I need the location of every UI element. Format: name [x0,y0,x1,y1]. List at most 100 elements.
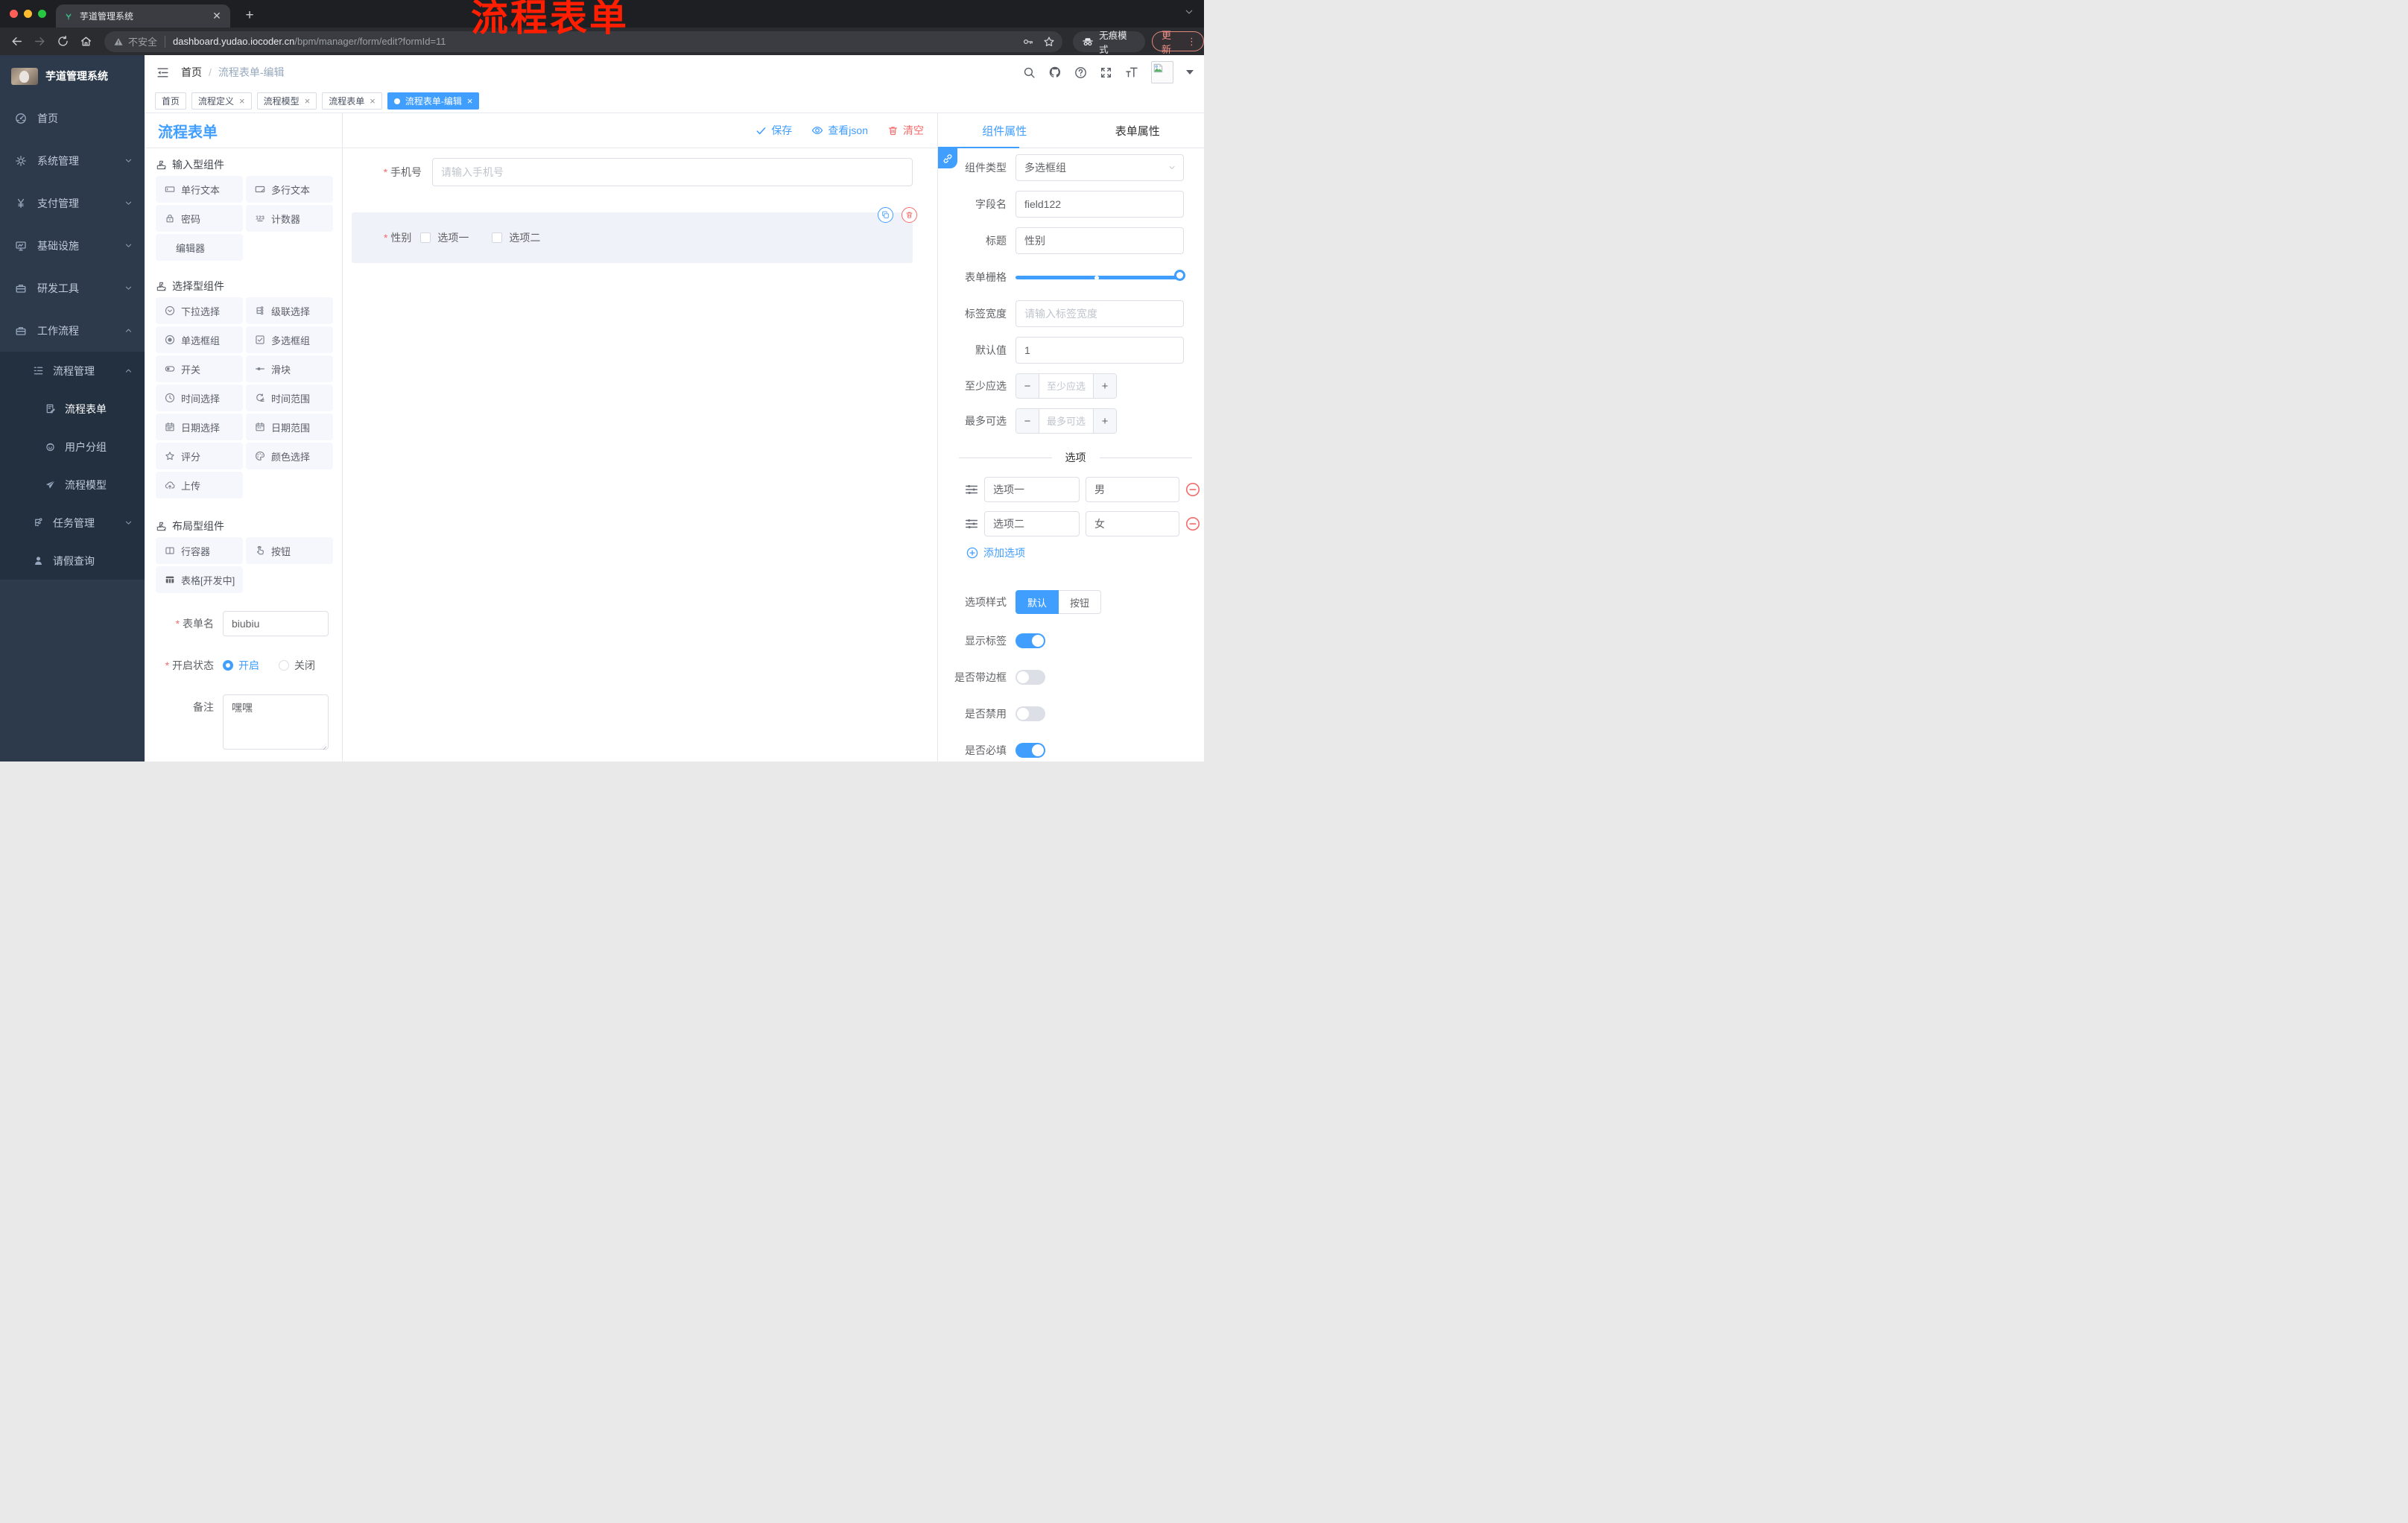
avatar-caret-icon[interactable] [1186,70,1194,75]
drag-handle-icon[interactable] [965,483,978,496]
style-default-button[interactable]: 默认 [1016,590,1059,614]
view-json-button[interactable]: 查看json [811,123,868,138]
component-time-range[interactable]: 时间范围 [246,384,333,411]
min-select-input[interactable] [1039,374,1093,398]
remove-option-button[interactable] [1185,516,1200,531]
option-label-input[interactable] [984,511,1080,536]
form-remark-textarea[interactable]: 嘿嘿 [223,694,329,750]
close-window-button[interactable] [10,10,18,18]
tag-process-form[interactable]: 流程表单 × [322,92,382,110]
component-table[interactable]: 表格[开发中] [156,566,243,593]
security-chip[interactable]: 不安全 [113,34,157,48]
sidebar-item-workflow[interactable]: 工作流程 [0,309,145,352]
avatar[interactable] [1151,61,1173,83]
browser-menu-icon[interactable]: ⋮ [1187,36,1197,48]
password-key-icon[interactable] [1022,36,1034,48]
disabled-toggle[interactable] [1016,706,1045,721]
address-bar[interactable]: 不安全 dashboard.yudao.iocoder.cn/bpm/manag… [104,31,1063,52]
clear-button[interactable]: 清空 [887,123,924,138]
component-editor[interactable]: 编辑器 [156,234,243,261]
component-password[interactable]: 密码 [156,205,243,232]
delete-widget-button[interactable] [902,207,917,223]
sidebar-item-task-manage[interactable]: 任务管理 [0,504,145,542]
component-counter[interactable]: 123 计数器 [246,205,333,232]
decrease-button[interactable]: − [1016,409,1039,433]
label-width-input[interactable] [1016,300,1184,327]
close-icon[interactable]: × [467,96,473,106]
fullscreen-icon[interactable] [1100,66,1112,79]
tab-component-props[interactable]: 组件属性 [938,113,1071,148]
sidebar-item-payment[interactable]: 支付管理 [0,182,145,224]
reload-icon[interactable] [57,35,69,48]
collapse-sidebar-icon[interactable] [156,66,169,79]
checkbox-icon[interactable] [492,232,503,243]
home-icon[interactable] [80,35,92,48]
breadcrumb-home[interactable]: 首页 [181,65,202,80]
type-select[interactable] [1016,154,1184,181]
tab-search-icon[interactable] [1185,7,1194,19]
window-controls[interactable] [10,10,46,18]
forward-icon[interactable] [34,35,46,48]
close-icon[interactable]: × [305,96,311,106]
github-icon[interactable] [1048,66,1062,79]
browser-update-button[interactable]: 更新 ⋮ [1152,30,1204,55]
slider-handle[interactable] [1174,270,1185,281]
new-tab-button[interactable]: + [240,6,259,25]
field-name-input[interactable] [1016,191,1184,218]
search-icon[interactable] [1023,66,1036,79]
back-icon[interactable] [10,35,23,48]
option-label-input[interactable] [984,477,1080,502]
app-logo-row[interactable]: 芋道管理系统 [0,55,145,97]
tag-process-definition[interactable]: 流程定义 × [191,92,252,110]
slider-track[interactable] [1016,276,1184,279]
help-icon[interactable] [1074,66,1087,79]
component-button[interactable]: 按钮 [246,537,333,564]
component-color-picker[interactable]: 颜色选择 [246,443,333,469]
status-radio-on[interactable]: 开启 [223,658,259,673]
tag-process-form-edit[interactable]: 流程表单-编辑 × [387,92,480,110]
tab-close-icon[interactable]: ✕ [211,10,223,22]
checkbox-icon[interactable] [420,232,431,243]
drag-handle-icon[interactable] [965,517,978,531]
browser-tab[interactable]: 芋道管理系统 ✕ [56,4,230,28]
show-label-toggle[interactable] [1016,633,1045,648]
increase-button[interactable]: + [1093,374,1116,398]
style-button-button[interactable]: 按钮 [1059,590,1102,614]
save-button[interactable]: 保存 [755,123,792,138]
gender-option-2[interactable]: 选项二 [492,230,540,245]
sidebar-item-user-group[interactable]: 用户分组 [0,428,145,466]
minimize-window-button[interactable] [24,10,32,18]
sidebar-item-process-manage[interactable]: 流程管理 [0,352,145,390]
default-value-input[interactable] [1016,337,1184,364]
sidebar-item-process-model[interactable]: 流程模型 [0,466,145,504]
component-checkbox-group[interactable]: 多选框组 [246,326,333,353]
gender-option-1[interactable]: 选项一 [420,230,469,245]
component-time-picker[interactable]: 时间选择 [156,384,243,411]
bookmark-star-icon[interactable] [1043,36,1055,48]
component-radio-group[interactable]: 单选框组 [156,326,243,353]
type-select-value[interactable] [1016,154,1184,181]
component-switch[interactable]: 开关 [156,355,243,382]
status-radio-off[interactable]: 关闭 [279,658,315,673]
component-slider[interactable]: 滑块 [246,355,333,382]
option-value-input[interactable] [1086,511,1179,536]
border-toggle[interactable] [1016,670,1045,685]
title-input[interactable] [1016,227,1184,254]
component-multi-text[interactable]: 多行文本 [246,176,333,203]
widget-gender-selected[interactable]: 性别 选项一 选项二 [352,207,917,263]
widget-phone[interactable]: 手机号 [355,158,913,186]
sidebar-item-infra[interactable]: 基础设施 [0,224,145,267]
decrease-button[interactable]: − [1016,374,1039,398]
close-icon[interactable]: × [370,96,376,106]
zoom-window-button[interactable] [38,10,46,18]
component-rate[interactable]: 评分 [156,443,243,469]
component-row-container[interactable]: 行容器 [156,537,243,564]
component-cascader[interactable]: 级联选择 [246,297,333,324]
phone-input[interactable] [432,158,913,186]
component-date-range[interactable]: 日期范围 [246,414,333,440]
max-select-input[interactable] [1039,409,1093,433]
sidebar-item-system[interactable]: 系统管理 [0,139,145,182]
tag-process-model[interactable]: 流程模型 × [256,92,317,110]
tag-home[interactable]: 首页 [155,92,187,110]
add-option-button[interactable]: 添加选项 [966,545,1204,560]
